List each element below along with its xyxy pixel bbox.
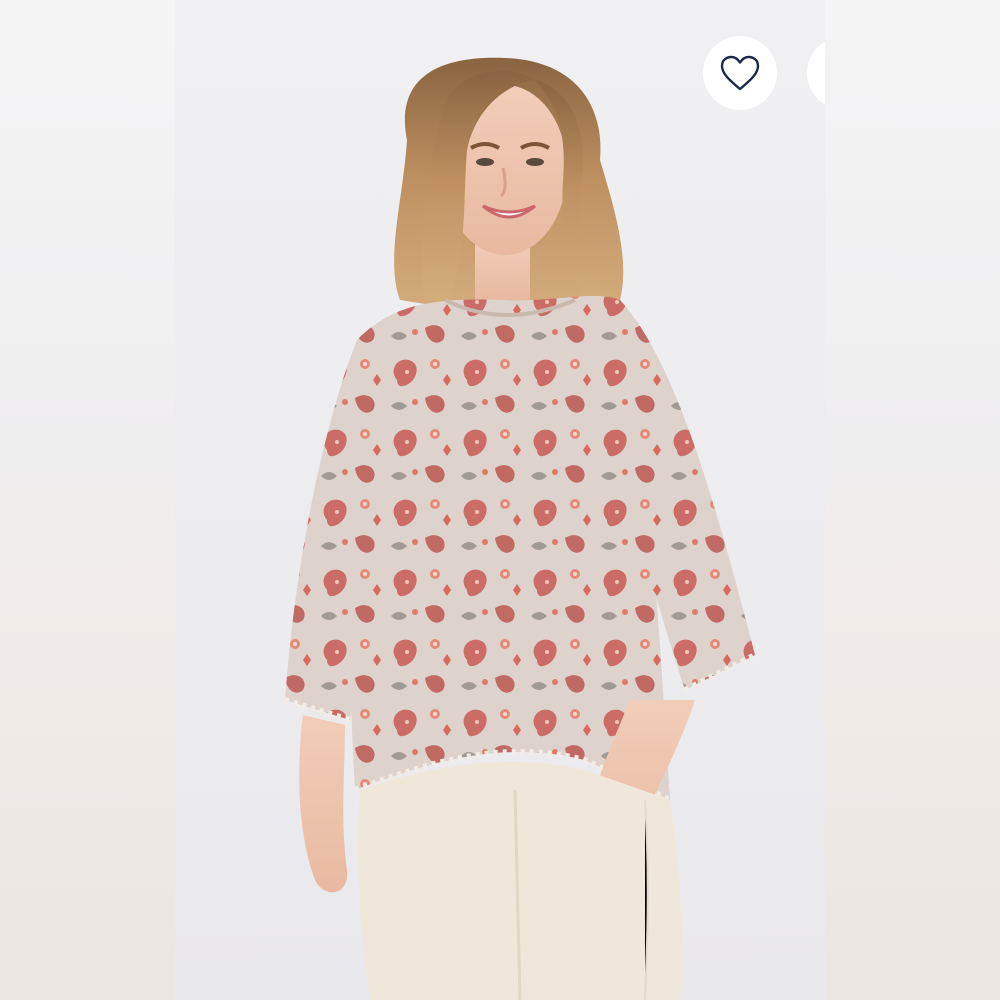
next-image-preview — [825, 0, 1000, 1000]
product-image-gallery[interactable] — [175, 0, 825, 1000]
heart-outline-icon — [720, 55, 760, 91]
favorite-button[interactable] — [703, 36, 777, 110]
previous-image-preview — [0, 0, 175, 1000]
product-photo — [284, 57, 757, 1000]
